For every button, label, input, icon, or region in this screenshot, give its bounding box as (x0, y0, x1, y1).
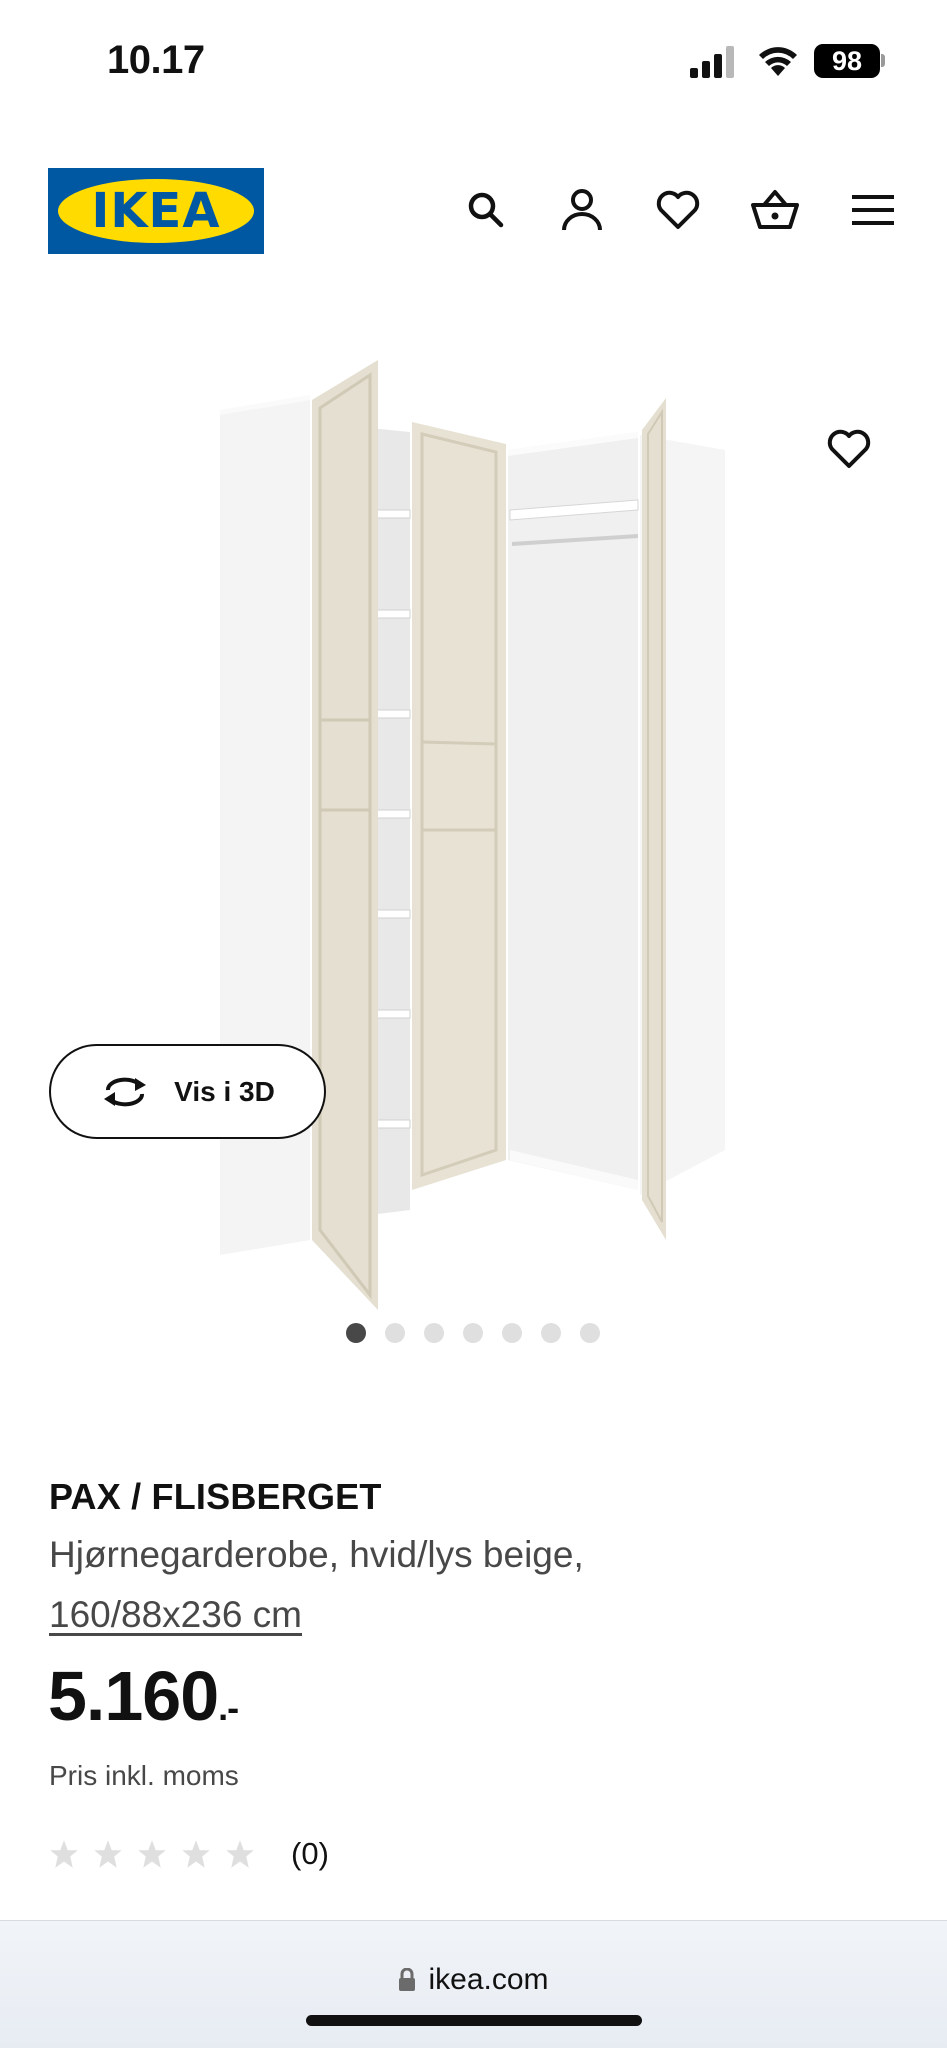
home-indicator[interactable] (306, 2015, 642, 2026)
product-image (220, 360, 725, 1310)
signal-icon (690, 46, 734, 78)
carousel-dot[interactable] (424, 1323, 444, 1343)
ikea-logo[interactable]: IKEA (48, 168, 264, 254)
carousel-dot[interactable] (580, 1323, 600, 1343)
battery-level: 98 (831, 46, 863, 76)
product-size-link[interactable]: 160/88x236 cm (49, 1594, 302, 1636)
price-value: 5.160 (48, 1657, 219, 1735)
carousel-dot[interactable] (463, 1323, 483, 1343)
price-note: Pris inkl. moms (49, 1760, 239, 1791)
url-text: ikea.com (428, 1963, 549, 1996)
star-icon (50, 1840, 78, 1868)
view-in-3d-button[interactable]: Vis i 3D (49, 1044, 326, 1139)
lock-icon (399, 1968, 416, 1991)
battery-nub (881, 54, 885, 67)
product-name: PAX / FLISBERGET (49, 1476, 382, 1517)
logo-text: IKEA (91, 183, 221, 239)
star-icon (94, 1840, 122, 1868)
site-header: IKEA (0, 160, 947, 260)
price-suffix: .- (218, 1687, 239, 1728)
search-icon[interactable] (461, 185, 511, 235)
product-rating[interactable]: (0) (49, 1836, 329, 1872)
heart-icon[interactable] (653, 185, 703, 235)
star-icon (138, 1840, 166, 1868)
url-field[interactable]: ikea.com (0, 1963, 947, 1997)
heart-icon (827, 429, 871, 468)
menu-icon[interactable] (848, 185, 898, 235)
product-description: Hjørnegarderobe, hvid/lys beige, (49, 1534, 584, 1575)
carousel-indicator[interactable] (346, 1323, 600, 1343)
status-time: 10.17 (107, 38, 205, 82)
rating-count: (0) (291, 1836, 329, 1871)
basket-icon[interactable] (750, 185, 800, 235)
carousel-dot[interactable] (346, 1323, 366, 1343)
view-in-3d-label: Vis i 3D (174, 1075, 275, 1107)
battery-icon: 98 (814, 44, 880, 78)
carousel-dot[interactable] (502, 1323, 522, 1343)
status-bar: 10.17 98 (0, 0, 947, 120)
carousel-dot[interactable] (541, 1323, 561, 1343)
product-gallery[interactable]: Vis i 3D (0, 330, 947, 1310)
wifi-icon (759, 47, 797, 76)
add-to-favorites-button[interactable] (822, 422, 876, 476)
carousel-dot[interactable] (385, 1323, 405, 1343)
product-price: 5.160.- (48, 1656, 239, 1736)
star-icon (182, 1840, 210, 1868)
star-icon (226, 1840, 254, 1868)
browser-address-bar[interactable]: ikea.com (0, 1920, 947, 2048)
account-icon[interactable] (557, 185, 607, 235)
rotate-3d-icon (104, 1077, 147, 1106)
